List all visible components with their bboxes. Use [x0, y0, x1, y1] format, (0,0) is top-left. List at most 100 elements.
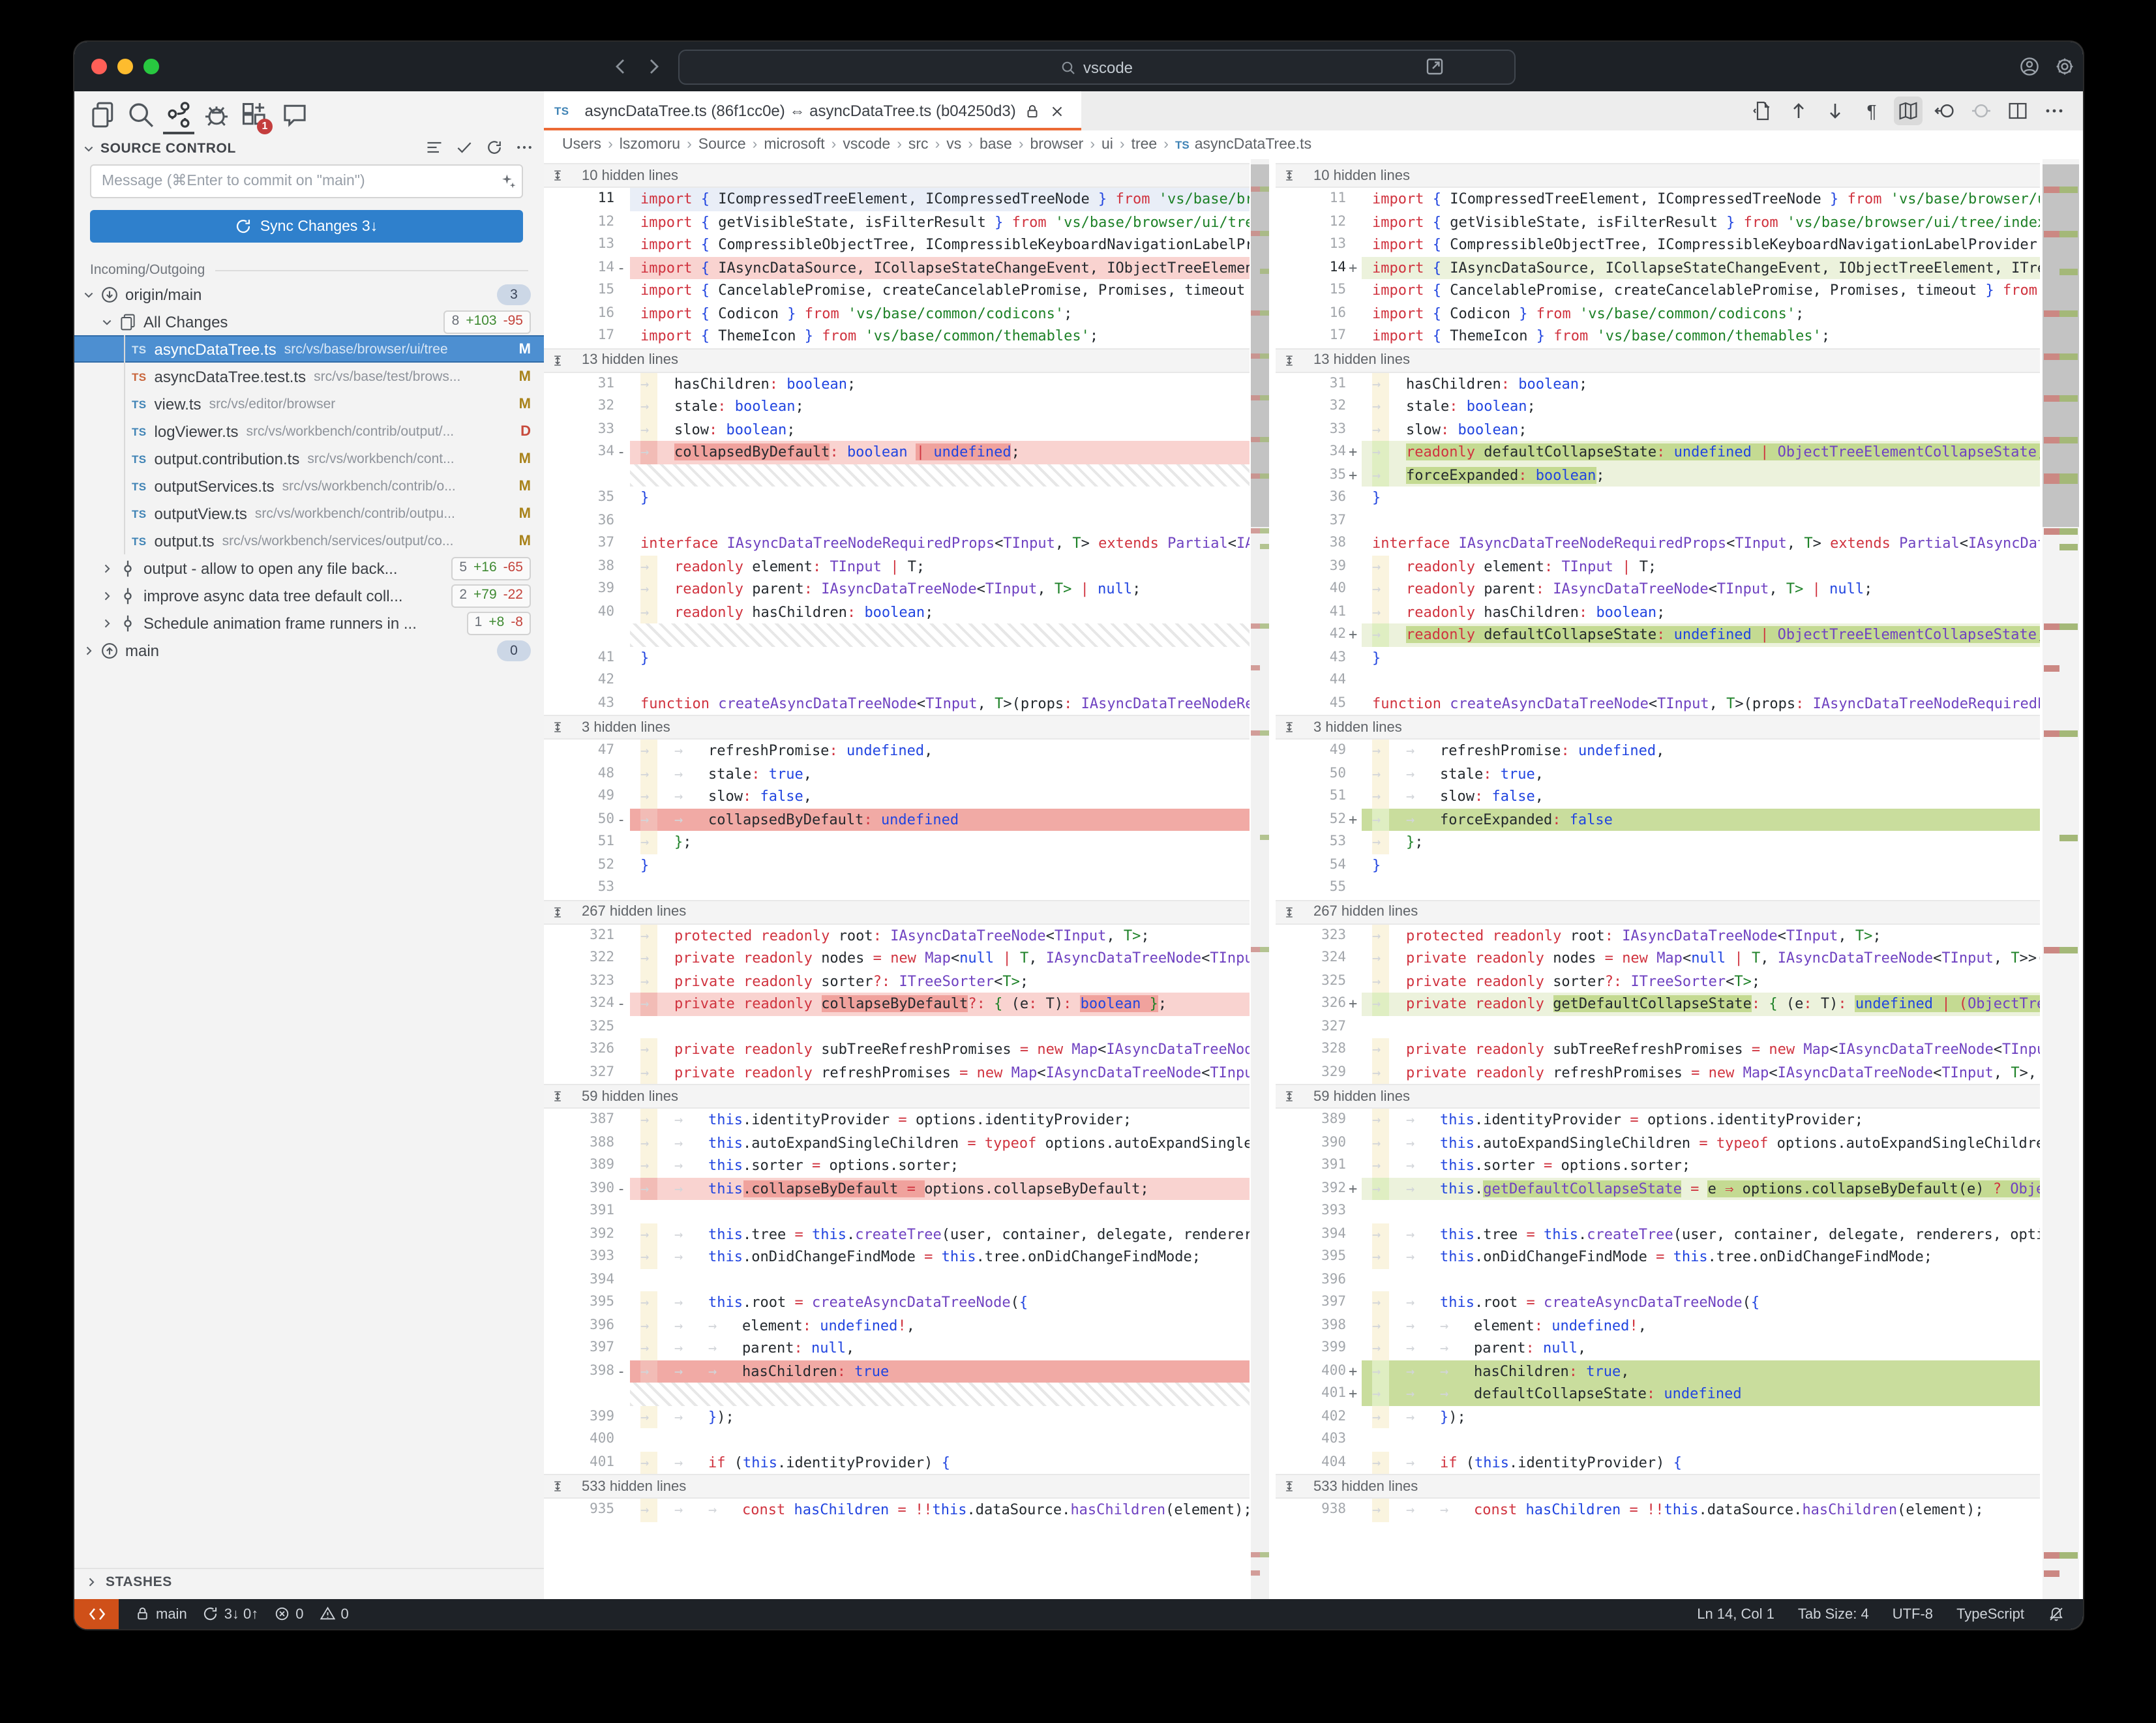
- code-line[interactable]: 38 → readonly element: TInput | T;: [544, 555, 1250, 578]
- file-row-asyncDataTree.test.ts[interactable]: TS asyncDataTree.test.ts src/vs/base/test/…: [74, 363, 544, 390]
- code-line[interactable]: 49 → → slow: false,: [544, 785, 1250, 808]
- code-line[interactable]: 44: [1276, 669, 2040, 692]
- code-line[interactable]: 13 import { CompressibleObjectTree, IComp…: [544, 233, 1250, 256]
- code-line[interactable]: 327: [1276, 1015, 2040, 1038]
- chevron-down-icon[interactable]: [82, 288, 95, 301]
- code-line[interactable]: 37 interface IAsyncDataTreeNodeRequiredPr…: [544, 532, 1250, 555]
- code-line[interactable]: 399 → → → parent: null,: [1276, 1337, 2040, 1360]
- search-icon[interactable]: [127, 100, 155, 129]
- stashes-section[interactable]: STASHES: [74, 1568, 544, 1595]
- chevron-right-icon[interactable]: [100, 562, 113, 575]
- code-line[interactable]: 42 + → readonly defaultCollapseState: undef…: [1276, 623, 2040, 646]
- code-line[interactable]: 51 → → slow: false,: [1276, 785, 2040, 808]
- code-line[interactable]: 48 → → stale: true,: [544, 762, 1250, 785]
- branch-row-origin-main[interactable]: origin/main 3: [74, 280, 544, 308]
- zoom-traffic-light[interactable]: [143, 59, 159, 74]
- code-line[interactable]: 43}: [1276, 646, 2040, 669]
- code-line[interactable]: 392 + → → this.getDefaultCollapseState = e ⇒…: [1276, 1177, 2040, 1200]
- code-line[interactable]: 390 → → this.autoExpandSingleChildren = typ…: [1276, 1131, 2040, 1154]
- code-line[interactable]: 38 interface IAsyncDataTreeNodeRequiredPr…: [1276, 532, 2040, 555]
- refresh-icon[interactable]: [485, 138, 503, 157]
- line-col-status[interactable]: Ln 14, Col 1: [1697, 1606, 1774, 1622]
- unfold-icon[interactable]: [550, 905, 565, 919]
- unfold-icon[interactable]: [1282, 720, 1296, 734]
- code-line[interactable]: 40 → readonly hasChildren: boolean;: [544, 601, 1250, 623]
- more-actions-icon[interactable]: [515, 138, 533, 157]
- overview-ruler[interactable]: [2043, 159, 2079, 1599]
- errors-status[interactable]: 0: [274, 1606, 304, 1623]
- breadcrumb-item[interactable]: browser: [1030, 137, 1084, 153]
- breadcrumb-item[interactable]: Users: [562, 137, 601, 153]
- open-changes-icon[interactable]: [1752, 100, 1773, 121]
- file-row-output.ts[interactable]: TS output.ts src/vs/workbench/services/out…: [74, 527, 544, 554]
- encoding-status[interactable]: UTF-8: [1893, 1606, 1933, 1622]
- code-line[interactable]: 40 → readonly parent: IAsyncDataTreeNode<T…: [1276, 578, 2040, 601]
- hidden-lines-bar[interactable]: 10 hidden lines: [1276, 163, 2040, 188]
- code-line[interactable]: 16 import { Codicon } from 'vs/base/commo…: [1276, 302, 2040, 325]
- code-line[interactable]: 326 → private readonly subTreeRefreshPromi…: [544, 1038, 1250, 1061]
- code-line[interactable]: 13 import { CompressibleObjectTree, IComp…: [1276, 233, 2040, 256]
- forward-icon[interactable]: [643, 56, 664, 77]
- code-line[interactable]: 12 import { getVisibleState, isFilterResu…: [1276, 211, 2040, 233]
- breadcrumb-item[interactable]: tree: [1131, 137, 1158, 153]
- hidden-lines-bar[interactable]: 533 hidden lines: [544, 1474, 1250, 1499]
- code-line[interactable]: 33 → slow: boolean;: [544, 418, 1250, 441]
- chevron-down-icon[interactable]: [82, 142, 95, 155]
- revert-icon[interactable]: [1934, 100, 1955, 121]
- code-line[interactable]: 325 → private readonly sorter?: ITreeSorte…: [1276, 970, 2040, 993]
- breadcrumb-item[interactable]: base: [980, 137, 1012, 153]
- sync-status[interactable]: 3↓ 0↑: [203, 1606, 258, 1623]
- remote-indicator[interactable]: [74, 1599, 119, 1629]
- code-line[interactable]: 326 + → private readonly getDefaultCollapse…: [1276, 993, 2040, 1015]
- file-row-logViewer.ts[interactable]: TS logViewer.ts src/vs/workbench/contrib/o…: [74, 417, 544, 445]
- minimize-traffic-light[interactable]: [117, 59, 133, 74]
- code-line[interactable]: 324- → private readonly collapseByDefault?…: [544, 993, 1250, 1015]
- code-line[interactable]: 394 → → this.tree = this.createTree(user, c…: [1276, 1223, 2040, 1246]
- code-line[interactable]: 404 → → if (this.identityProvider) {: [1276, 1451, 2040, 1474]
- code-line[interactable]: 389 → → this.identityProvider = options.ide…: [1276, 1109, 2040, 1131]
- code-line[interactable]: 41 → readonly hasChildren: boolean;: [1276, 601, 2040, 623]
- tab-diff-asyncdatatree[interactable]: TS asyncDataTree.ts (86f1cc0e) ⇔ asyncDa…: [544, 91, 1081, 130]
- unfold-icon[interactable]: [550, 353, 565, 367]
- code-line[interactable]: 31 → hasChildren: boolean;: [544, 372, 1250, 395]
- code-line[interactable]: 49 → → refreshPromise: undefined,: [1276, 740, 2040, 762]
- code-line[interactable]: 388 → → this.autoExpandSingleChildren = typ…: [544, 1131, 1250, 1154]
- code-line[interactable]: 398 → → → element: undefined!,: [1276, 1314, 2040, 1337]
- file-row-output.contribution.ts[interactable]: TS output.contribution.ts src/vs/workbench…: [74, 445, 544, 472]
- file-row-asyncDataTree.ts[interactable]: TS asyncDataTree.ts src/vs/base/browser/ui…: [74, 335, 544, 363]
- code-line[interactable]: 39 → readonly element: TInput | T;: [1276, 555, 2040, 578]
- code-line[interactable]: 12 import { getVisibleState, isFilterResu…: [544, 211, 1250, 233]
- code-line[interactable]: 55: [1276, 876, 2040, 899]
- hidden-lines-bar[interactable]: 59 hidden lines: [1276, 1084, 2040, 1109]
- code-line[interactable]: 43 function createAsyncDataTreeNode<TInpu…: [544, 692, 1250, 715]
- code-line[interactable]: 389 → → this.sorter = options.sorter;: [544, 1154, 1250, 1177]
- breadcrumb-item[interactable]: vs: [946, 137, 961, 153]
- left-overview-ruler[interactable]: [1251, 159, 1269, 1599]
- code-line[interactable]: 322 → private readonly nodes = new Map<nul…: [544, 947, 1250, 970]
- settings-gear-icon[interactable]: [2054, 56, 2075, 77]
- file-row-view.ts[interactable]: TS view.ts src/vs/editor/browser M: [74, 390, 544, 417]
- code-line[interactable]: 402 → →});: [1276, 1405, 2040, 1428]
- diff-original-pane[interactable]: 10 hidden lines 11 import { ICompressedTre…: [544, 159, 1250, 1599]
- code-line[interactable]: 329 → private readonly refreshPromises = n…: [1276, 1061, 2040, 1084]
- code-line[interactable]: 41}: [544, 646, 1250, 669]
- hidden-lines-bar[interactable]: 267 hidden lines: [544, 899, 1250, 924]
- code-line[interactable]: 397 → → this.root = createAsyncDataTreeNode…: [1276, 1291, 2040, 1314]
- notifications-muted-icon[interactable]: [2048, 1606, 2065, 1623]
- unfold-icon[interactable]: [1282, 168, 1296, 183]
- code-line[interactable]: 14- import { IAsyncDataSource, ICollapseS…: [544, 256, 1250, 279]
- code-line[interactable]: 938 → → → const hasChildren = !!this.dataSou…: [1276, 1499, 2040, 1521]
- code-line[interactable]: 53 →};: [1276, 831, 2040, 854]
- commit-check-icon[interactable]: [455, 138, 473, 157]
- code-line[interactable]: 327 → private readonly refreshPromises = n…: [544, 1061, 1250, 1084]
- code-line[interactable]: 50 → → stale: true,: [1276, 762, 2040, 785]
- code-line[interactable]: 321 → protected readonly root: IAsyncDataT…: [544, 924, 1250, 947]
- breadcrumb-file[interactable]: asyncDataTree.ts: [1195, 137, 1311, 153]
- code-line[interactable]: 397 → → → parent: null,: [544, 1337, 1250, 1360]
- diff-filler-line[interactable]: [544, 1383, 1250, 1405]
- chevron-right-icon[interactable]: [100, 616, 113, 629]
- breadcrumb[interactable]: Users › lszomoru › Source › microsoft › vscode › s…: [544, 130, 2083, 159]
- diff-map-icon[interactable]: [1894, 97, 1923, 125]
- back-icon[interactable]: [610, 56, 631, 77]
- code-line[interactable]: 935 → → → const hasChildren = !!this.dataSou…: [544, 1499, 1250, 1521]
